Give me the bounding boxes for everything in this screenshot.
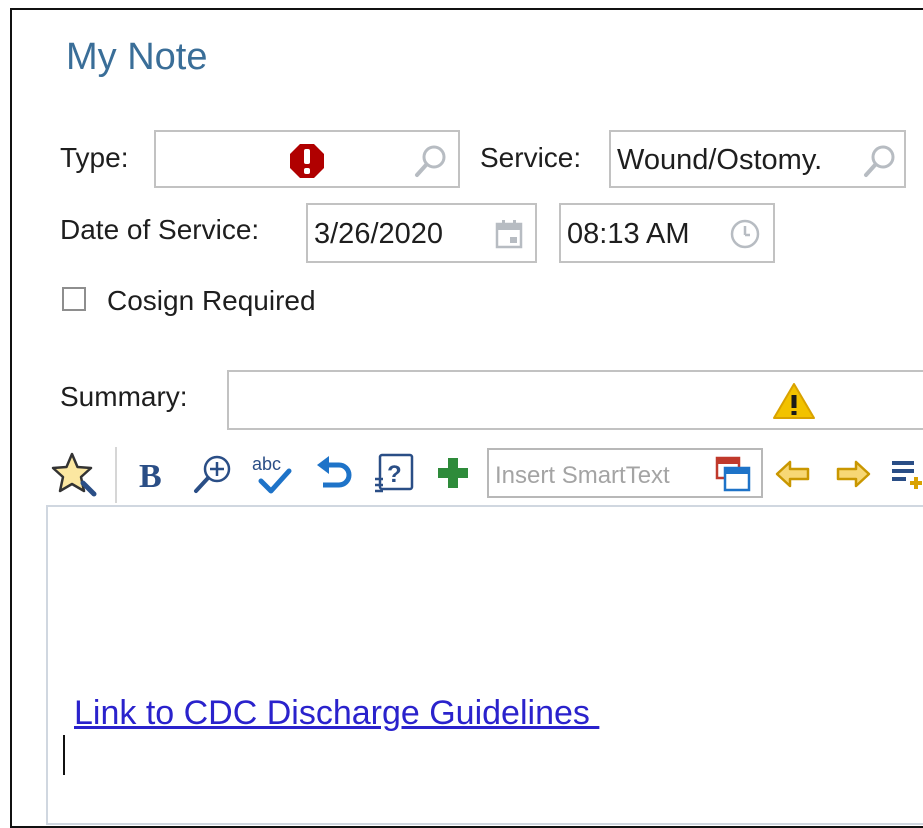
type-field[interactable]	[154, 130, 460, 188]
time-field[interactable]: 08:13 AM	[559, 203, 775, 263]
cosign-label: Cosign Required	[107, 285, 316, 316]
undo-icon[interactable]	[315, 455, 355, 493]
add-icon[interactable]	[436, 456, 470, 490]
svg-text:abc: abc	[252, 454, 281, 474]
type-label: Type:	[60, 142, 129, 173]
next-arrow-icon[interactable]	[834, 459, 872, 489]
note-title: My Note	[66, 36, 208, 78]
date-value: 3/26/2020	[314, 218, 444, 250]
time-value: 08:13 AM	[567, 218, 690, 250]
smartlist-icon[interactable]: ?	[373, 451, 417, 497]
insert-smarttext-icon[interactable]	[714, 455, 752, 493]
cosign-checkbox[interactable]	[62, 287, 86, 311]
spellcheck-icon[interactable]: abc	[251, 451, 297, 497]
date-of-service-label: Date of Service:	[60, 214, 260, 245]
summary-label: Summary:	[60, 381, 188, 412]
svg-text:?: ?	[387, 461, 402, 488]
search-icon[interactable]	[863, 144, 897, 178]
insert-smarttext-placeholder: Insert SmartText	[495, 462, 670, 489]
previous-arrow-icon[interactable]	[774, 459, 812, 489]
text-cursor	[63, 735, 65, 775]
service-field[interactable]: Wound/Ostomy.	[609, 130, 906, 188]
toolbar-separator	[115, 447, 117, 503]
summary-field[interactable]	[227, 370, 923, 430]
svg-text:B: B	[139, 458, 162, 493]
service-value: Wound/Ostomy.	[617, 144, 823, 176]
calendar-icon[interactable]	[494, 218, 524, 250]
zoom-in-icon[interactable]	[192, 453, 234, 495]
favorite-star-icon[interactable]	[50, 451, 98, 497]
insert-list-icon[interactable]	[890, 457, 923, 491]
warning-icon	[773, 383, 815, 419]
clock-icon[interactable]	[729, 218, 761, 250]
required-error-icon	[290, 144, 324, 178]
date-field[interactable]: 3/26/2020	[306, 203, 537, 263]
service-label: Service:	[480, 142, 582, 173]
note-editor[interactable]	[46, 505, 923, 825]
search-icon[interactable]	[414, 144, 448, 178]
cdc-discharge-guidelines-link[interactable]: Link to CDC Discharge Guidelines	[74, 694, 599, 733]
insert-smarttext-field[interactable]: Insert SmartText	[487, 448, 763, 498]
bold-icon[interactable]: B	[136, 455, 172, 493]
